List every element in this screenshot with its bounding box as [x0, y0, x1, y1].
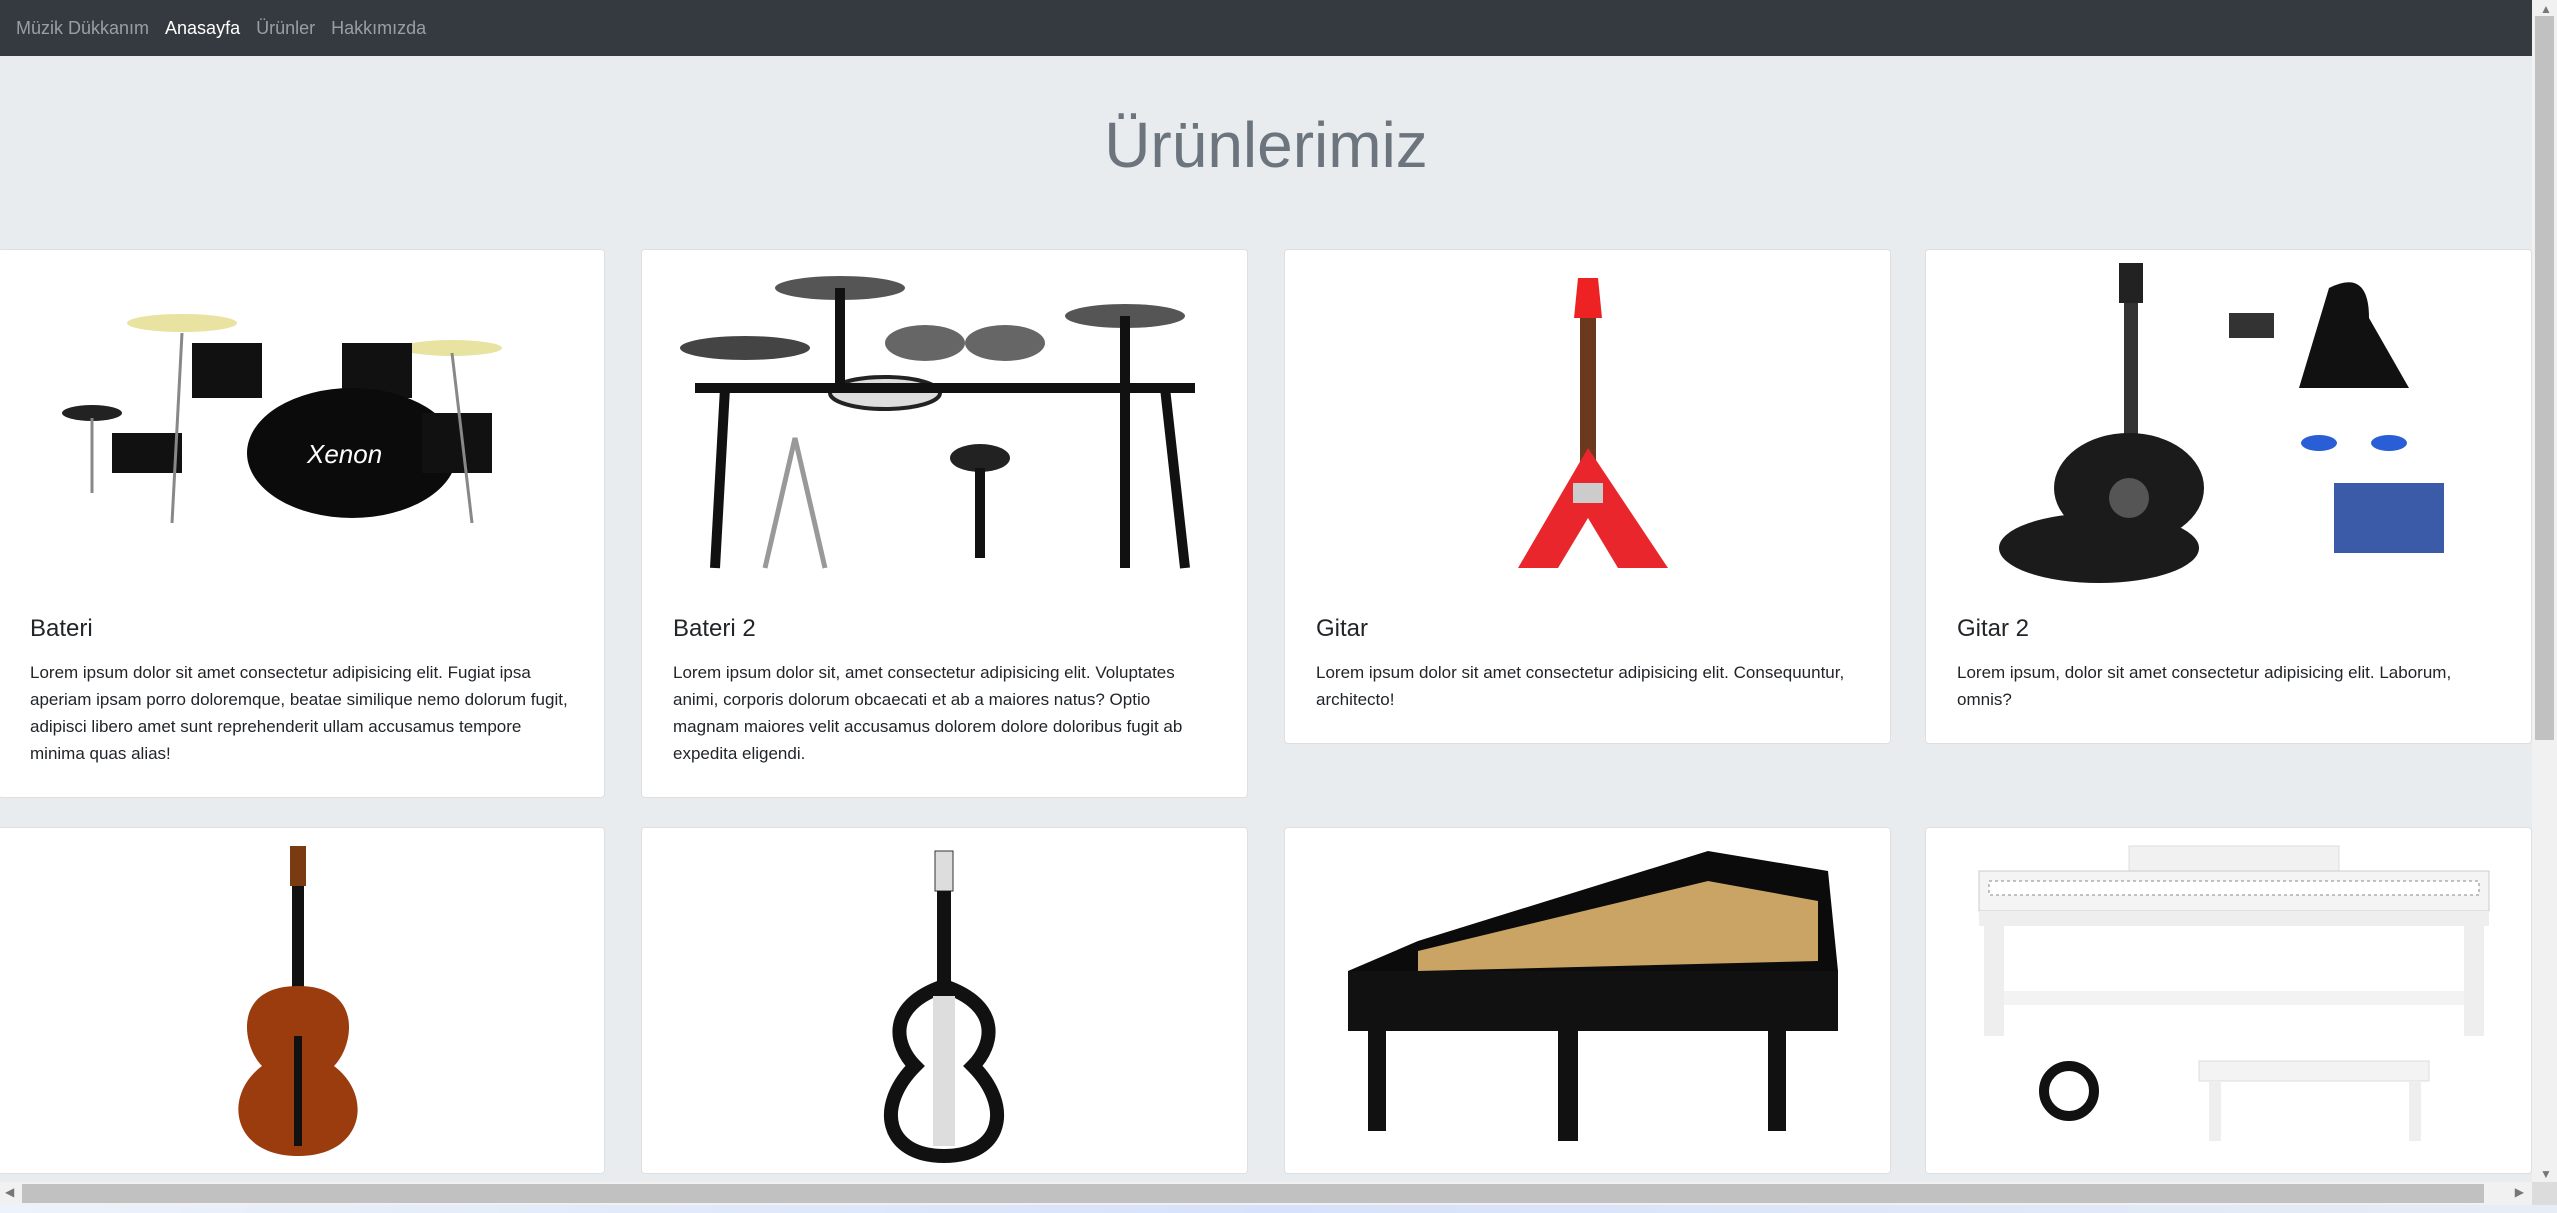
scroll-down-arrow-icon[interactable]: ▼: [2540, 1167, 2552, 1181]
product-title: Gitar 2: [1957, 615, 2030, 642]
violin-image: [0, 828, 604, 1173]
vertical-scrollbar[interactable]: ▲ ▼: [2532, 0, 2557, 1183]
product-title: Bateri 2: [673, 615, 756, 642]
scroll-left-arrow-icon[interactable]: ◀: [5, 1185, 14, 1199]
scrollbar-corner: [2532, 1182, 2557, 1205]
product-card: [1284, 827, 1891, 1174]
electric-guitar-image: [1285, 250, 1890, 595]
product-description: Lorem ipsum dolor sit amet consectetur a…: [1316, 663, 1845, 709]
scroll-up-arrow-icon[interactable]: ▲: [2540, 2, 2552, 16]
nav-link-anasayfa[interactable]: Anasayfa: [165, 18, 240, 39]
svg-text:Xenon: Xenon: [306, 439, 382, 469]
product-card: Xenon Bateri Lorem ipsum dolor sit amet …: [0, 249, 605, 798]
brand-link[interactable]: Müzik Dükkanım: [16, 18, 149, 39]
product-description: Lorem ipsum dolor sit, amet consectetur …: [673, 663, 1183, 763]
digital-piano-image: [1926, 828, 2531, 1173]
electronic-drum-kit-image: [642, 250, 1247, 595]
horizontal-scrollbar-thumb[interactable]: [22, 1184, 2484, 1203]
product-description: Lorem ipsum, dolor sit amet consectetur …: [1957, 663, 2452, 709]
grand-piano-image: [1285, 828, 1890, 1173]
page-title: Ürünlerimiz: [1104, 109, 1428, 181]
scroll-right-arrow-icon[interactable]: ▶: [2515, 1185, 2524, 1199]
drum-kit-image: Xenon: [0, 250, 604, 595]
product-card: Gitar 2 Lorem ipsum, dolor sit amet cons…: [1925, 249, 2532, 744]
product-card: Bateri 2 Lorem ipsum dolor sit, amet con…: [641, 249, 1248, 798]
product-title: Gitar: [1316, 615, 1369, 642]
horizontal-scrollbar[interactable]: ◀ ▶: [0, 1182, 2532, 1205]
vertical-scrollbar-thumb[interactable]: [2535, 16, 2554, 740]
product-card: [641, 827, 1248, 1174]
nav-link-urunler[interactable]: Ürünler: [256, 18, 315, 39]
taskbar-edge: [0, 1205, 2557, 1213]
product-title: Bateri: [30, 615, 93, 642]
product-card: Gitar Lorem ipsum dolor sit amet consect…: [1284, 249, 1891, 744]
nav-link-hakkimizda[interactable]: Hakkımızda: [331, 18, 426, 39]
acoustic-guitar-set-image: [1926, 250, 2531, 595]
product-description: Lorem ipsum dolor sit amet consectetur a…: [30, 663, 568, 763]
product-card: [1925, 827, 2532, 1174]
navbar: Müzik Dükkanım Anasayfa Ürünler Hakkımız…: [0, 0, 2532, 56]
electric-violin-image: [642, 828, 1247, 1173]
product-card: [0, 827, 605, 1174]
